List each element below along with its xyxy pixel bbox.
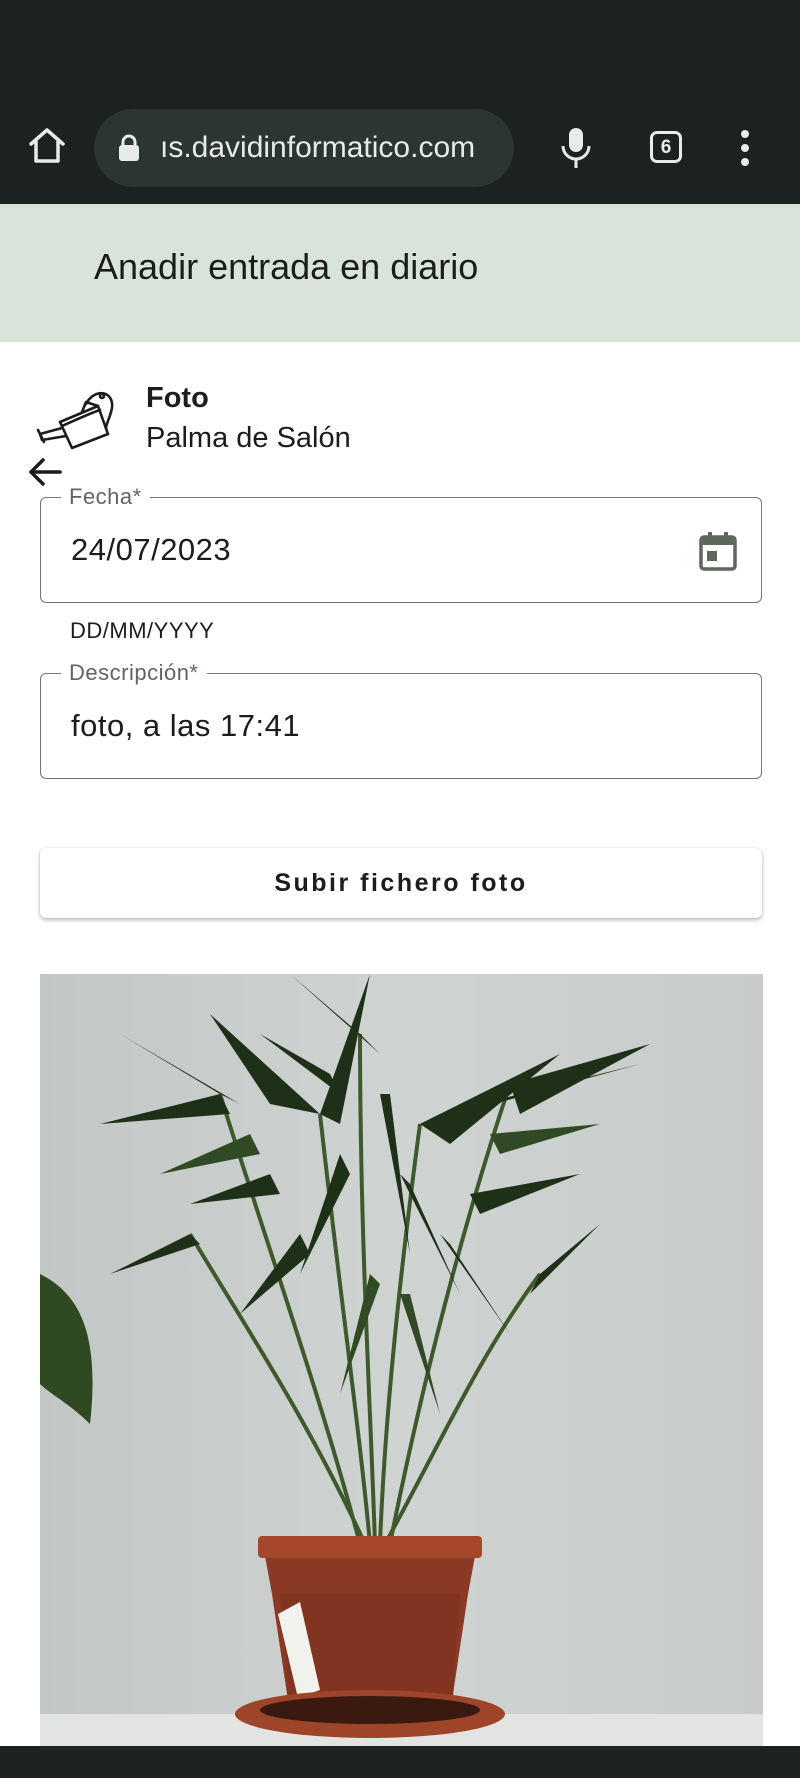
microphone-icon[interactable] bbox=[556, 126, 596, 170]
app-bar: Anadir entrada en diario bbox=[0, 204, 800, 486]
description-field[interactable]: Descripción* foto, a las 17:41 bbox=[40, 660, 762, 779]
description-value[interactable]: foto, a las 17:41 bbox=[71, 674, 300, 778]
watering-can-icon bbox=[36, 382, 122, 456]
url-text: ıs.davidinformatico.com bbox=[160, 131, 476, 164]
upload-photo-button[interactable]: Subir fichero foto bbox=[40, 848, 762, 918]
page-title: Anadir entrada en diario bbox=[94, 246, 479, 287]
home-icon[interactable] bbox=[26, 124, 68, 166]
navigation-bar bbox=[0, 1746, 800, 1778]
tab-switcher-button[interactable]: 6 bbox=[650, 131, 682, 163]
plant-name: Palma de Salón bbox=[146, 422, 351, 454]
entry-type: Foto bbox=[146, 382, 209, 414]
date-format-hint: DD/MM/YYYY bbox=[70, 618, 215, 643]
arrow-back-icon[interactable] bbox=[26, 452, 66, 492]
calendar-icon[interactable] bbox=[699, 531, 737, 571]
browser-toolbar: ıs.davidinformatico.com 6 bbox=[0, 0, 800, 204]
date-field[interactable]: Fecha* 24/07/2023 bbox=[40, 484, 762, 603]
lock-icon bbox=[118, 134, 140, 162]
more-vert-icon[interactable] bbox=[735, 126, 755, 170]
address-bar[interactable]: ıs.davidinformatico.com bbox=[94, 109, 514, 187]
plant-photo bbox=[40, 974, 763, 1746]
date-value[interactable]: 24/07/2023 bbox=[71, 498, 231, 602]
